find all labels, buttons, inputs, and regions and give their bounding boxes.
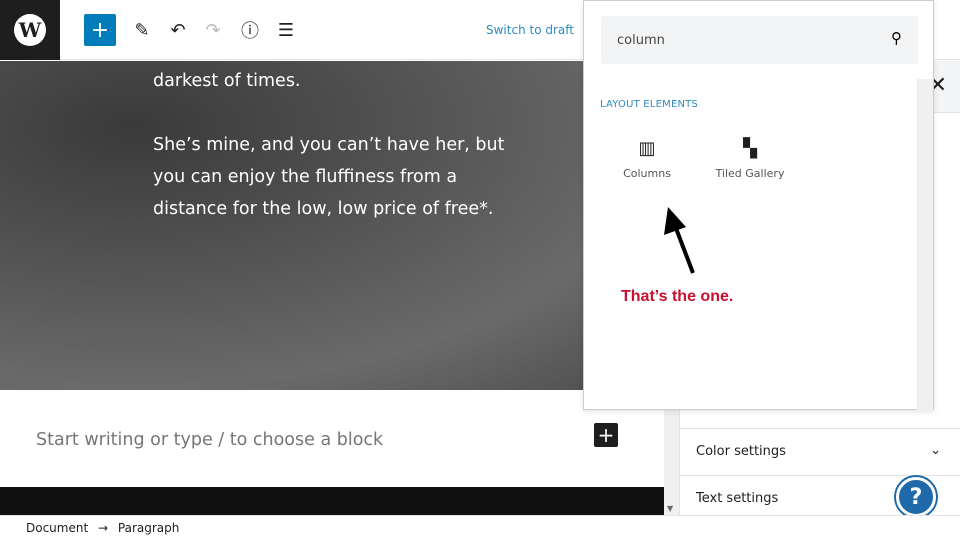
breadcrumb-paragraph[interactable]: Paragraph: [118, 521, 179, 535]
wordpress-icon: W: [14, 14, 46, 46]
dark-block: [0, 487, 664, 515]
undo-icon[interactable]: ↶: [162, 14, 194, 46]
add-block-button[interactable]: +: [84, 14, 116, 46]
tools-pencil-icon[interactable]: ✎: [126, 14, 158, 46]
annotation-text: That’s the one.: [621, 288, 734, 305]
breadcrumb-separator: →: [98, 521, 109, 535]
block-item-tiled-gallery[interactable]: ▚ Tiled Gallery: [700, 131, 800, 180]
inline-add-block-button[interactable]: +: [594, 423, 618, 447]
scroll-down-icon[interactable]: ▼: [667, 504, 673, 513]
block-inserter-popover: ⚲ LAYOUT ELEMENTS ▥ Columns ▚ Tiled Galler…: [583, 0, 934, 410]
block-search: ⚲: [601, 16, 918, 64]
redo-icon[interactable]: ↷: [197, 14, 229, 46]
outline-list-icon[interactable]: ☰: [270, 14, 302, 46]
block-label: Tiled Gallery: [715, 167, 785, 180]
block-label: Columns: [623, 167, 671, 180]
block-search-input[interactable]: [601, 16, 861, 64]
cover-paragraph[interactable]: She’s mine, and you can’t have her, but …: [153, 129, 523, 225]
help-button[interactable]: ?: [896, 477, 936, 517]
search-icon: ⚲: [891, 29, 902, 47]
switch-to-draft-button[interactable]: Switch to draft: [486, 23, 574, 37]
cover-text-line[interactable]: darkest of times.: [153, 65, 523, 97]
empty-paragraph-block[interactable]: Start writing or type / to choose a bloc…: [0, 390, 664, 487]
panel-label: Color settings: [696, 444, 786, 459]
breadcrumb-document[interactable]: Document: [26, 521, 88, 535]
wordpress-logo-button[interactable]: W: [0, 0, 60, 60]
info-icon[interactable]: ⓘ: [234, 14, 266, 46]
block-item-columns[interactable]: ▥ Columns: [597, 131, 697, 180]
columns-icon: ▥: [638, 138, 656, 159]
annotation-arrow: [664, 207, 695, 274]
chevron-down-icon: ⌄: [930, 443, 941, 458]
category-heading: LAYOUT ELEMENTS: [600, 99, 698, 110]
inserter-scrollbar[interactable]: [917, 79, 933, 410]
block-placeholder[interactable]: Start writing or type / to choose a bloc…: [36, 430, 383, 450]
block-breadcrumb: Document → Paragraph: [0, 515, 960, 540]
cover-block[interactable]: darkest of times. She’s mine, and you ca…: [0, 61, 664, 390]
panel-label: Text settings: [696, 491, 779, 506]
panel-color-settings[interactable]: Color settings ⌄: [680, 428, 960, 475]
tiled-gallery-icon: ▚: [743, 138, 757, 159]
